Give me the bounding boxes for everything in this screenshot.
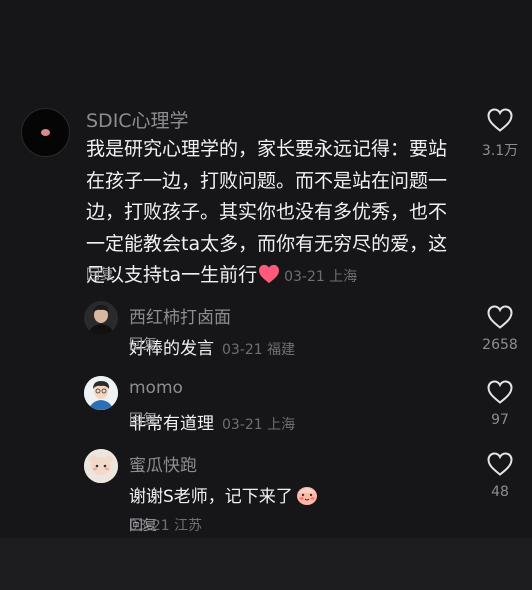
heart-outline-icon: [470, 452, 530, 476]
reply-body: 谢谢S老师，记下来了: [129, 487, 293, 507]
comment-meta: 03-21 上海 回复: [86, 267, 357, 285]
reply-username[interactable]: 西红柿打卤面: [129, 303, 231, 328]
like-button[interactable]: 2658: [470, 305, 530, 353]
avatar[interactable]: [84, 376, 118, 410]
like-button[interactable]: 3.1万: [470, 108, 530, 160]
like-count: 3.1万: [481, 143, 519, 159]
reply-meta: 03-21 江苏 回复: [129, 515, 202, 535]
reply-username[interactable]: momo: [129, 378, 183, 398]
like-button[interactable]: 97: [470, 380, 530, 428]
reply-text: 非常有道理 03-21 上海 回复: [129, 409, 295, 434]
comment-username[interactable]: SDIC心理学: [86, 106, 189, 133]
avatar[interactable]: [21, 108, 70, 157]
like-count: 97: [491, 412, 509, 428]
avatar-logo-icon: [41, 129, 50, 136]
reply-meta: 03-21 福建 回复: [129, 337, 295, 358]
like-button[interactable]: 48: [470, 452, 530, 500]
bottom-bar: [0, 538, 532, 590]
avatar[interactable]: [84, 301, 118, 335]
reply-button[interactable]: 回复: [86, 260, 532, 292]
like-count: 2658: [482, 337, 518, 353]
blushing-face-icon: [296, 484, 318, 511]
reply-text: 谢谢S老师，记下来了: [129, 482, 318, 511]
comment-screen: SDIC心理学 我是研究心理学的，家长要永远记得：要站在孩子一边，打败问题。而不…: [0, 0, 532, 590]
reply-meta: 03-21 上海 回复: [129, 412, 295, 433]
avatar[interactable]: [84, 449, 118, 483]
reply-text: 好棒的发言 03-21 福建 回复: [129, 334, 295, 359]
reply-button[interactable]: 回复: [129, 515, 532, 535]
like-count: 48: [491, 484, 509, 500]
heart-outline-icon: [470, 305, 530, 329]
comment-text: 我是研究心理学的，家长要永远记得：要站在孩子一边，打败问题。而不是站在问题一边，…: [86, 134, 460, 295]
heart-outline-icon: [470, 108, 530, 132]
reply-username[interactable]: 蜜瓜快跑: [129, 451, 197, 476]
heart-outline-icon: [470, 380, 530, 404]
